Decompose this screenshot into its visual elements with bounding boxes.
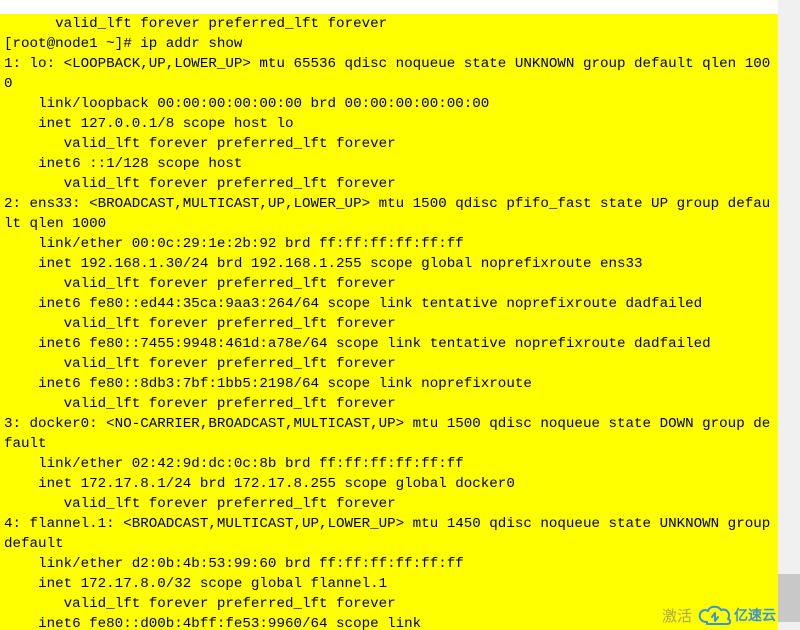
output-line: inet 192.168.1.30/24 brd 192.168.1.255 s… bbox=[4, 256, 643, 272]
output-line: valid_lft forever preferred_lft forever bbox=[4, 136, 396, 152]
output-line: link/ether d2:0b:4b:53:99:60 brd ff:ff:f… bbox=[4, 556, 464, 572]
output-line: valid_lft forever preferred_lft forever bbox=[4, 356, 396, 372]
output-line: valid_lft forever preferred_lft forever bbox=[4, 176, 396, 192]
command-line: [root@node1 ~]# ip addr show bbox=[4, 36, 242, 52]
output-line: valid_lft forever preferred_lft forever bbox=[4, 16, 387, 32]
output-line: 1: lo: <LOOPBACK,UP,LOWER_UP> mtu 65536 … bbox=[4, 56, 770, 92]
output-line: inet6 fe80::8db3:7bf:1bb5:2198/64 scope … bbox=[4, 376, 532, 392]
scrollbar-track[interactable] bbox=[778, 0, 800, 630]
terminal-output[interactable]: valid_lft forever preferred_lft forever … bbox=[0, 14, 778, 630]
terminal-container: valid_lft forever preferred_lft forever … bbox=[0, 0, 800, 630]
output-line: 3: docker0: <NO-CARRIER,BROADCAST,MULTIC… bbox=[4, 416, 770, 452]
output-line: inet6 fe80::ed44:35ca:9aa3:264/64 scope … bbox=[4, 296, 702, 312]
output-line: inet6 fe80::d00b:4bff:fe53:9960/64 scope… bbox=[4, 616, 421, 630]
output-line: link/ether 00:0c:29:1e:2b:92 brd ff:ff:f… bbox=[4, 236, 464, 252]
output-line: inet6 ::1/128 scope host bbox=[4, 156, 242, 172]
output-line: link/ether 02:42:9d:dc:0c:8b brd ff:ff:f… bbox=[4, 456, 464, 472]
output-line: valid_lft forever preferred_lft forever bbox=[4, 596, 396, 612]
output-line: inet 172.17.8.1/24 brd 172.17.8.255 scop… bbox=[4, 476, 515, 492]
output-line: link/loopback 00:00:00:00:00:00 brd 00:0… bbox=[4, 96, 489, 112]
output-line: valid_lft forever preferred_lft forever bbox=[4, 496, 396, 512]
output-line: inet 127.0.0.1/8 scope host lo bbox=[4, 116, 293, 132]
output-line: valid_lft forever preferred_lft forever bbox=[4, 276, 396, 292]
output-line: inet6 fe80::7455:9948:461d:a78e/64 scope… bbox=[4, 336, 711, 352]
scrollbar-thumb[interactable] bbox=[778, 574, 800, 622]
output-line: 4: flannel.1: <BROADCAST,MULTICAST,UP,LO… bbox=[4, 516, 778, 552]
output-line: valid_lft forever preferred_lft forever bbox=[4, 396, 396, 412]
output-line: inet 172.17.8.0/32 scope global flannel.… bbox=[4, 576, 387, 592]
output-line: 2: ens33: <BROADCAST,MULTICAST,UP,LOWER_… bbox=[4, 196, 770, 232]
output-line: valid_lft forever preferred_lft forever bbox=[4, 316, 396, 332]
